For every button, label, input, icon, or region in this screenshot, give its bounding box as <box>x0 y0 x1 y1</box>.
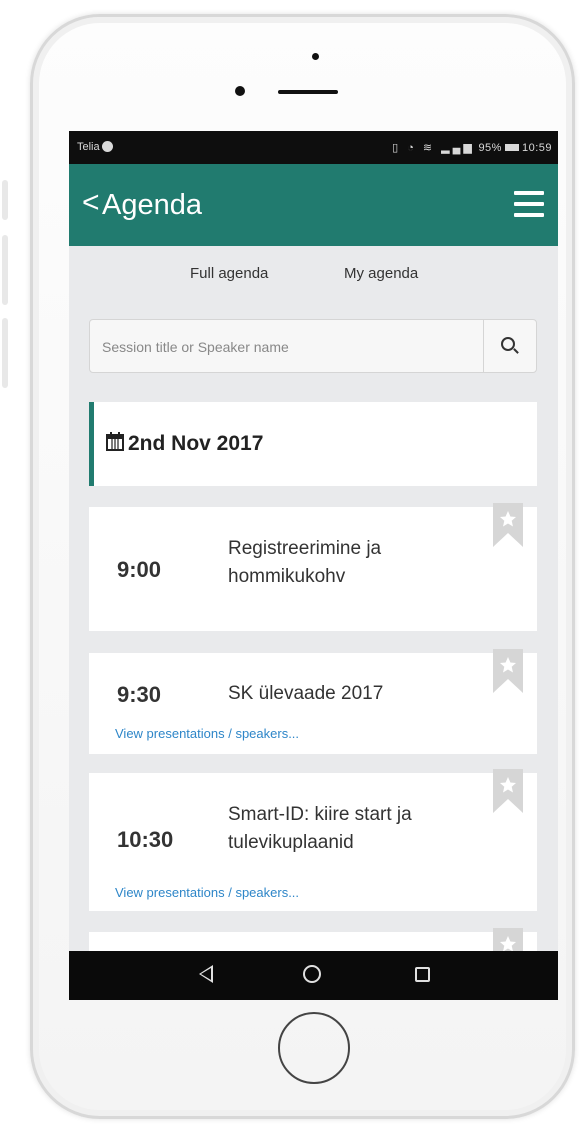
session-card[interactable]: 10:30 Smart-ID: kiire start ja tulevikup… <box>89 769 537 911</box>
hamburger-menu-icon[interactable] <box>514 191 544 217</box>
phone-side-button-2 <box>2 235 8 305</box>
session-card[interactable]: 9:30 SK ülevaade 2017 View presentations… <box>89 649 537 754</box>
bookmark-star-icon[interactable] <box>493 769 523 813</box>
app-bar: < Agenda <box>69 164 558 246</box>
phone-side-button-3 <box>2 318 8 388</box>
nav-back-icon[interactable] <box>199 965 213 983</box>
agenda-tabs: Full agenda My agenda <box>69 246 558 306</box>
view-presentations-link[interactable]: View presentations / speakers... <box>115 726 299 741</box>
nav-recent-apps-icon[interactable] <box>415 967 430 982</box>
phone-home-button[interactable] <box>278 1012 350 1084</box>
date-header: 2nd Nov 2017 <box>89 402 537 486</box>
date-label: 2nd Nov 2017 <box>128 432 264 455</box>
tab-my-agenda[interactable]: My agenda <box>344 265 418 282</box>
front-camera <box>312 53 319 60</box>
bookmark-star-icon[interactable] <box>493 503 523 547</box>
battery-icon <box>504 144 519 151</box>
tab-full-agenda[interactable]: Full agenda <box>190 265 268 282</box>
view-presentations-link[interactable]: View presentations / speakers... <box>115 885 299 900</box>
session-title: Smart-ID: kiire start ja tulevikuplaanid <box>228 804 412 853</box>
search-bar <box>89 319 537 374</box>
chevron-left-icon[interactable]: < <box>82 186 100 220</box>
carrier-label: Telia <box>77 141 113 153</box>
search-input[interactable] <box>90 320 499 374</box>
status-right: ▯ ◔ ≋ ▂▄▆ 95% 10:59 <box>392 141 552 154</box>
session-time: 9:30 <box>117 682 162 707</box>
session-time: 9:00 <box>117 557 162 582</box>
session-card[interactable]: 9:00 Registreerimine ja hommikukohv <box>89 503 537 631</box>
signal-icons: ▯ ◔ ≋ ▂▄▆ <box>392 142 475 154</box>
nav-home-icon[interactable] <box>303 965 321 983</box>
messenger-icon <box>101 141 113 152</box>
session-time: 10:30 <box>117 827 174 852</box>
battery-percent: 95% <box>478 142 502 154</box>
session-title: SK ülevaade 2017 <box>228 683 384 704</box>
search-button[interactable] <box>483 320 536 372</box>
android-nav-bar <box>69 951 558 1000</box>
session-title: Registreerimine ja hommikukohv <box>228 538 382 587</box>
clock: 10:59 <box>521 142 552 154</box>
earpiece-speaker <box>278 90 338 94</box>
proximity-sensor <box>235 86 245 96</box>
page-title: Agenda <box>102 189 202 221</box>
calendar-icon <box>106 432 124 451</box>
phone-side-button-1 <box>2 180 8 220</box>
phone-screen: Telia ▯ ◔ ≋ ▂▄▆ 95% 10:59 < Agenda Full a… <box>69 131 558 1000</box>
status-bar: Telia ▯ ◔ ≋ ▂▄▆ 95% 10:59 <box>69 131 558 164</box>
bookmark-star-icon[interactable] <box>493 649 523 693</box>
carrier-name: Telia <box>77 141 100 153</box>
